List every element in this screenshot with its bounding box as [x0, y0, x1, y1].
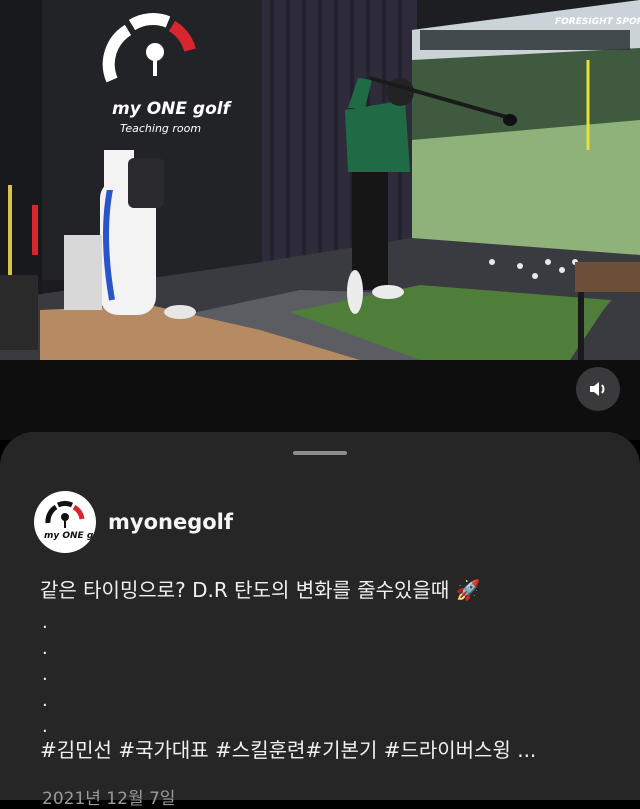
- username[interactable]: myonegolf: [108, 510, 233, 534]
- post-caption: 같은 타이밍으로? D.R 탄도의 변화를 줄수있을때 🚀: [40, 578, 481, 602]
- post-author[interactable]: my ONE golf myonegolf: [34, 491, 233, 553]
- caption-dot: .: [42, 690, 48, 711]
- svg-text:my ONE golf: my ONE golf: [44, 531, 94, 541]
- simulator-logo: FORESIGHT SPORTS: [555, 17, 640, 27]
- post-date: 2021년 12월 7일: [42, 789, 176, 809]
- caption-dot: .: [42, 638, 48, 659]
- caption-dot: .: [42, 612, 48, 633]
- video-player[interactable]: FORESIGHT SPORTS my ONE golf Teaching ro…: [0, 0, 640, 360]
- avatar[interactable]: my ONE golf: [34, 491, 96, 553]
- svg-text:Teaching room: Teaching room: [120, 122, 201, 135]
- speaker-icon: [590, 382, 605, 396]
- post-detail-sheet: my ONE golf myonegolf 같은 타이밍으로? D.R 탄도의 …: [0, 432, 640, 809]
- caption-dot: .: [42, 664, 48, 685]
- sound-toggle-button[interactable]: [576, 367, 620, 411]
- caption-dots: . . . . .: [42, 610, 48, 740]
- video-bottom-band: [0, 360, 640, 440]
- brand-logo-icon: my ONE golf: [44, 501, 94, 541]
- post-hashtags[interactable]: #김민선 #국가대표 #스킬훈련#기본기 #드라이버스윙 ...: [40, 734, 536, 763]
- golf-studio-scene: FORESIGHT SPORTS my ONE golf Teaching ro…: [0, 0, 640, 360]
- sheet-drag-handle[interactable]: [293, 451, 347, 455]
- svg-text:my ONE golf: my ONE golf: [112, 99, 233, 119]
